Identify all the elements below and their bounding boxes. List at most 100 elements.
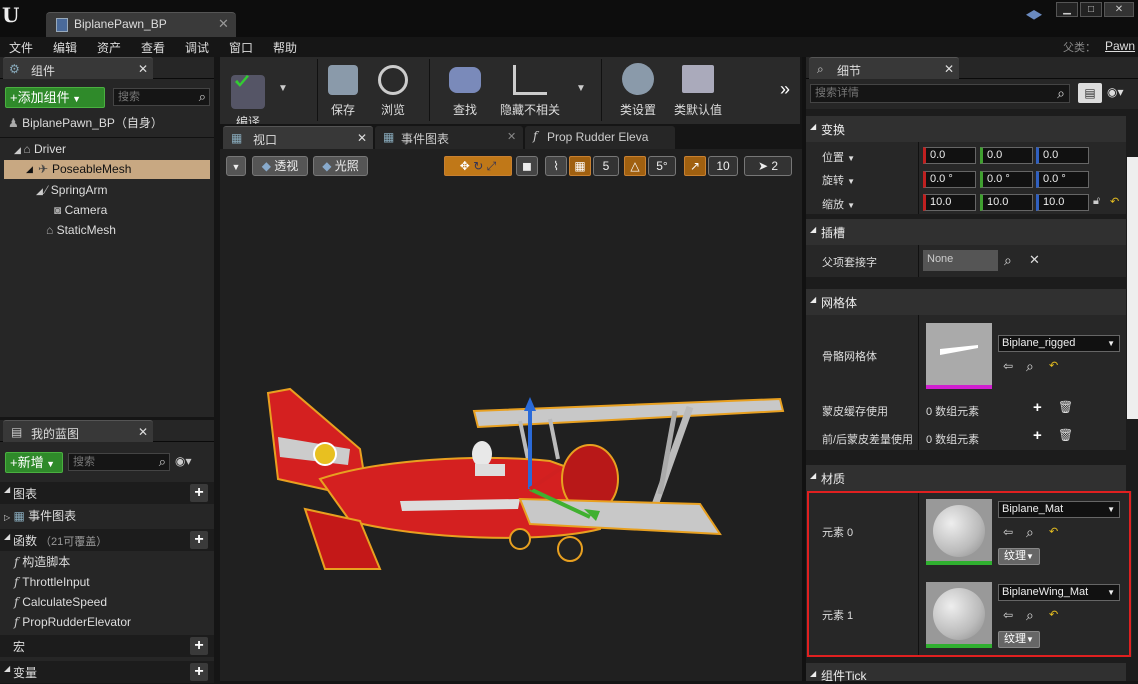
rotation-x-field[interactable]: 0.0 ° — [923, 171, 976, 188]
scale-x-field[interactable]: 10.0 — [923, 194, 976, 211]
material1-dropdown[interactable]: BiplaneWing_Mat ▼ — [998, 584, 1120, 601]
section-graphs[interactable]: ◢ 图表 + — [0, 482, 214, 504]
category-sockets[interactable]: ◢ 插槽 — [806, 219, 1126, 245]
details-tab[interactable]: ⌕ 细节 ✕ — [809, 57, 959, 79]
save-button[interactable]: 保存 — [321, 57, 365, 124]
compile-options-chevron-icon[interactable]: ▼ — [278, 83, 288, 94]
reset-icon[interactable]: ↶ — [1110, 195, 1119, 208]
search-icon[interactable]: ⌕ — [1026, 358, 1034, 375]
use-selected-arrow-icon[interactable]: ⇦ — [1003, 608, 1013, 622]
tree-item-event-graph[interactable]: ▷ ▦ 事件图表 — [4, 507, 76, 525]
use-selected-arrow-icon[interactable]: ⇦ — [1003, 525, 1013, 539]
hide-unrelated-chevron-icon[interactable]: ▼ — [576, 83, 586, 94]
menu-asset[interactable]: 资产 — [97, 39, 121, 56]
trash-icon[interactable]: 🗑︎ — [1058, 428, 1073, 442]
tab-event-graph[interactable]: ▦ 事件图表 ✕ — [375, 126, 523, 149]
use-selected-arrow-icon[interactable]: ⇦ — [1003, 359, 1013, 373]
add-macro-button[interactable]: + — [190, 637, 208, 655]
details-search-input[interactable]: 搜索详情 ⌕ — [810, 84, 1070, 103]
section-variables[interactable]: ◢ 变量 + — [0, 661, 214, 683]
components-search-input[interactable]: 搜索 ⌕ — [113, 88, 210, 106]
location-y-field[interactable]: 0.0 — [980, 147, 1033, 164]
find-button[interactable]: 查找 — [440, 57, 490, 124]
graduation-cap-icon[interactable] — [1026, 10, 1042, 20]
maximize-button[interactable]: □ — [1080, 2, 1102, 17]
textures-button-0[interactable]: 纹理▼ — [998, 548, 1040, 565]
reset-icon[interactable]: ↶ — [1049, 608, 1058, 621]
function-item-proprudderelevator[interactable]: f PropRudderElevator — [14, 613, 131, 631]
add-function-button[interactable]: + — [190, 531, 208, 549]
class-defaults-button[interactable]: 类默认值 — [668, 57, 728, 124]
function-item-calculatespeed[interactable]: f CalculateSpeed — [14, 593, 107, 611]
menu-window[interactable]: 窗口 — [229, 39, 253, 56]
scale-label[interactable]: 缩放 ▼ — [822, 196, 855, 212]
search-icon[interactable]: ⌕ — [1026, 607, 1034, 624]
category-materials[interactable]: ◢ 材质 — [806, 465, 1126, 491]
minimize-button[interactable]: ▁ — [1056, 2, 1078, 17]
rotation-z-field[interactable]: 0.0 ° — [1036, 171, 1089, 188]
add-element-icon[interactable]: + — [1033, 427, 1042, 444]
tree-item-camera[interactable]: ◙ Camera — [54, 201, 107, 219]
scrollbar-thumb[interactable] — [1127, 157, 1138, 419]
add-component-button[interactable]: +添加组件 ▼ — [5, 87, 105, 108]
search-icon[interactable]: ⌕ — [1026, 524, 1034, 541]
trash-icon[interactable]: 🗑︎ — [1058, 400, 1073, 414]
browse-button[interactable]: 浏览 — [370, 57, 416, 124]
search-icon[interactable]: ⌕ — [1004, 252, 1012, 269]
material1-thumbnail[interactable] — [926, 582, 992, 648]
eye-icon[interactable]: ◉▾ — [175, 454, 192, 468]
components-tab[interactable]: ⚙ 组件 ✕ — [3, 57, 153, 79]
skeletal-mesh-dropdown[interactable]: Biplane_rigged ▼ — [998, 335, 1120, 352]
class-settings-button[interactable]: 类设置 — [612, 57, 664, 124]
rotation-y-field[interactable]: 0.0 ° — [980, 171, 1033, 188]
close-icon[interactable]: ✕ — [138, 62, 148, 76]
parent-socket-field[interactable]: None — [923, 250, 998, 271]
textures-button-1[interactable]: 纹理▼ — [998, 631, 1040, 648]
menu-edit[interactable]: 编辑 — [53, 39, 77, 56]
tab-prop-rudder[interactable]: f Prop Rudder Eleva — [525, 126, 675, 149]
material0-dropdown[interactable]: Biplane_Mat ▼ — [998, 501, 1120, 518]
lock-icon[interactable]: 🔓︎ — [1093, 195, 1100, 208]
location-z-field[interactable]: 0.0 — [1036, 147, 1089, 164]
close-icon[interactable]: ✕ — [357, 131, 367, 145]
scale-y-field[interactable]: 10.0 — [980, 194, 1033, 211]
section-macros[interactable]: 宏 + — [0, 635, 214, 657]
close-icon[interactable]: ✕ — [507, 130, 516, 143]
reset-icon[interactable]: ↶ — [1049, 359, 1058, 372]
menu-view[interactable]: 查看 — [141, 39, 165, 56]
close-icon[interactable]: ✕ — [944, 62, 954, 76]
eye-icon[interactable]: ◉▾ — [1107, 85, 1124, 99]
add-element-icon[interactable]: + — [1033, 399, 1042, 416]
location-label[interactable]: 位置 ▼ — [822, 149, 855, 165]
category-transform[interactable]: ◢ 变换 — [806, 116, 1126, 142]
compile-button[interactable]: 编译 — [220, 57, 276, 129]
menu-debug[interactable]: 调试 — [185, 39, 209, 56]
tree-item-poseablemesh[interactable]: ◢ ✈ PoseableMesh — [4, 160, 210, 179]
add-variable-button[interactable]: + — [190, 663, 208, 681]
scale-z-field[interactable]: 10.0 — [1036, 194, 1089, 211]
add-new-button[interactable]: +新增 ▼ — [5, 452, 63, 473]
rotation-label[interactable]: 旋转 ▼ — [822, 172, 855, 188]
close-window-button[interactable]: ✕ — [1104, 2, 1134, 17]
close-icon[interactable]: ✕ — [218, 16, 229, 32]
category-component-tick[interactable]: ◢ 组件Tick — [806, 663, 1126, 683]
document-tab[interactable]: BiplanePawn_BP ✕ — [46, 12, 236, 37]
tree-item-driver[interactable]: ◢ ⌂ Driver — [14, 140, 66, 158]
menu-file[interactable]: 文件 — [9, 39, 33, 56]
hide-unrelated-button[interactable]: 隐藏不相关 — [495, 57, 565, 124]
blueprint-search-input[interactable]: 搜索 ⌕ — [68, 453, 170, 471]
skeletal-mesh-thumbnail[interactable] — [926, 323, 992, 389]
biplane-model[interactable] — [220, 149, 802, 681]
location-x-field[interactable]: 0.0 — [923, 147, 976, 164]
function-item-throttleinput[interactable]: f ThrottleInput — [14, 573, 90, 591]
clear-icon[interactable]: ✕ — [1029, 252, 1040, 268]
reset-icon[interactable]: ↶ — [1049, 525, 1058, 538]
property-matrix-icon[interactable]: ▤ — [1078, 83, 1102, 103]
section-functions[interactable]: ◢ 函数 （21可覆盖） + — [0, 529, 214, 551]
component-root[interactable]: ♟ BiplanePawn_BP（自身） — [8, 114, 208, 132]
close-icon[interactable]: ✕ — [138, 425, 148, 439]
tree-item-staticmesh[interactable]: ⌂ StaticMesh — [46, 221, 116, 239]
viewport[interactable]: ▼ ◆ 透视 ◆ 光照 ✥ ↻ ⤢ ◼ ⌇ ▦ 5 △ 5° ↗ 10 ➤ 2 — [220, 149, 802, 681]
add-graph-button[interactable]: + — [190, 484, 208, 502]
parent-class-link[interactable]: Pawn — [1105, 39, 1135, 53]
